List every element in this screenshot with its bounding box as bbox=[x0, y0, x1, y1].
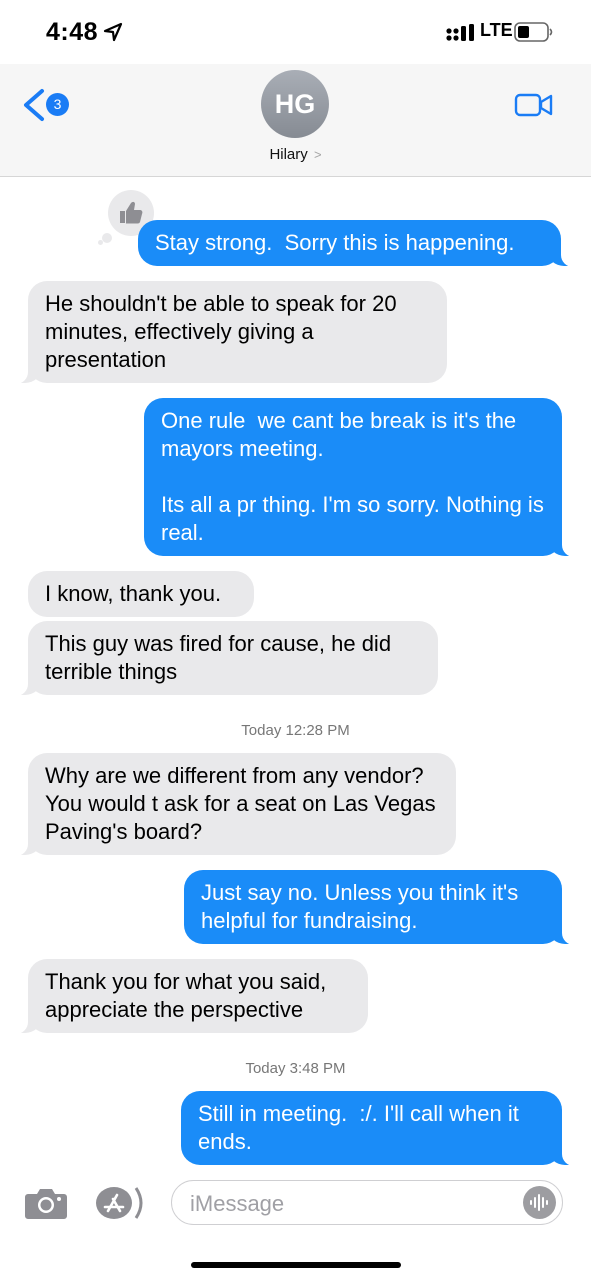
video-call-icon[interactable] bbox=[514, 92, 554, 118]
message-text: Why are we different from any vendor? Yo… bbox=[45, 763, 442, 844]
message-text: This guy was fired for cause, he did ter… bbox=[45, 631, 398, 684]
message-text: Just say no. Unless you think it's helpf… bbox=[201, 880, 525, 933]
message-text: Still in meeting. :/. I'll call when it … bbox=[198, 1101, 526, 1154]
tapback-dot bbox=[102, 233, 112, 243]
home-indicator[interactable] bbox=[191, 1262, 401, 1268]
message-input[interactable]: iMessage bbox=[171, 1180, 563, 1225]
message-incoming[interactable]: I know, thank you. bbox=[28, 571, 254, 617]
audio-record-button[interactable] bbox=[523, 1186, 556, 1219]
signal-dots-icon bbox=[446, 24, 474, 41]
tapback-dot-small bbox=[98, 240, 103, 245]
message-incoming[interactable]: This guy was fired for cause, he did ter… bbox=[2, 621, 438, 696]
message-text: He shouldn't be able to speak for 20 min… bbox=[45, 291, 403, 372]
back-chevron-icon[interactable] bbox=[20, 88, 46, 122]
timestamp: Today 12:28 PM bbox=[241, 722, 350, 739]
location-arrow-icon bbox=[103, 22, 123, 42]
camera-icon[interactable] bbox=[24, 1186, 68, 1220]
battery-icon bbox=[514, 22, 553, 42]
avatar[interactable]: HG bbox=[261, 70, 329, 138]
network-label: LTE bbox=[480, 20, 513, 40]
message-incoming[interactable]: Thank you for what you said, appreciate … bbox=[2, 959, 368, 1034]
message-input-placeholder: iMessage bbox=[190, 1191, 285, 1216]
chevron-right-icon: > bbox=[313, 147, 322, 162]
message-text: I know, thank you. bbox=[45, 581, 222, 606]
unread-badge[interactable]: 3 bbox=[46, 93, 69, 116]
status-bar: 4:48 LTE bbox=[0, 0, 591, 64]
timestamp: Today 3:48 PM bbox=[245, 1060, 346, 1077]
contact-name[interactable]: Hilary bbox=[269, 146, 307, 163]
waveform-icon bbox=[530, 1194, 548, 1211]
conversation-header: 3 HG Hilary > bbox=[0, 64, 591, 177]
message-text: One rule we cant be break is it's the ma… bbox=[161, 408, 544, 545]
message-incoming[interactable]: He shouldn't be able to speak for 20 min… bbox=[2, 281, 447, 384]
message-outgoing[interactable]: Stay strong. Sorry this is happening. bbox=[138, 220, 587, 267]
app-store-icon[interactable] bbox=[94, 1184, 150, 1222]
message-text: Stay strong. Sorry this is happening. bbox=[155, 230, 515, 255]
message-incoming[interactable]: Why are we different from any vendor? Yo… bbox=[2, 753, 456, 856]
message-outgoing[interactable]: One rule we cant be break is it's the ma… bbox=[144, 398, 588, 557]
message-outgoing[interactable]: Just say no. Unless you think it's helpf… bbox=[184, 870, 588, 945]
message-text: Thank you for what you said, appreciate … bbox=[45, 969, 333, 1022]
contact-name-row[interactable]: Hilary > bbox=[0, 146, 591, 163]
status-time: 4:48 bbox=[46, 18, 99, 46]
message-outgoing[interactable]: Still in meeting. :/. I'll call when it … bbox=[181, 1091, 588, 1166]
